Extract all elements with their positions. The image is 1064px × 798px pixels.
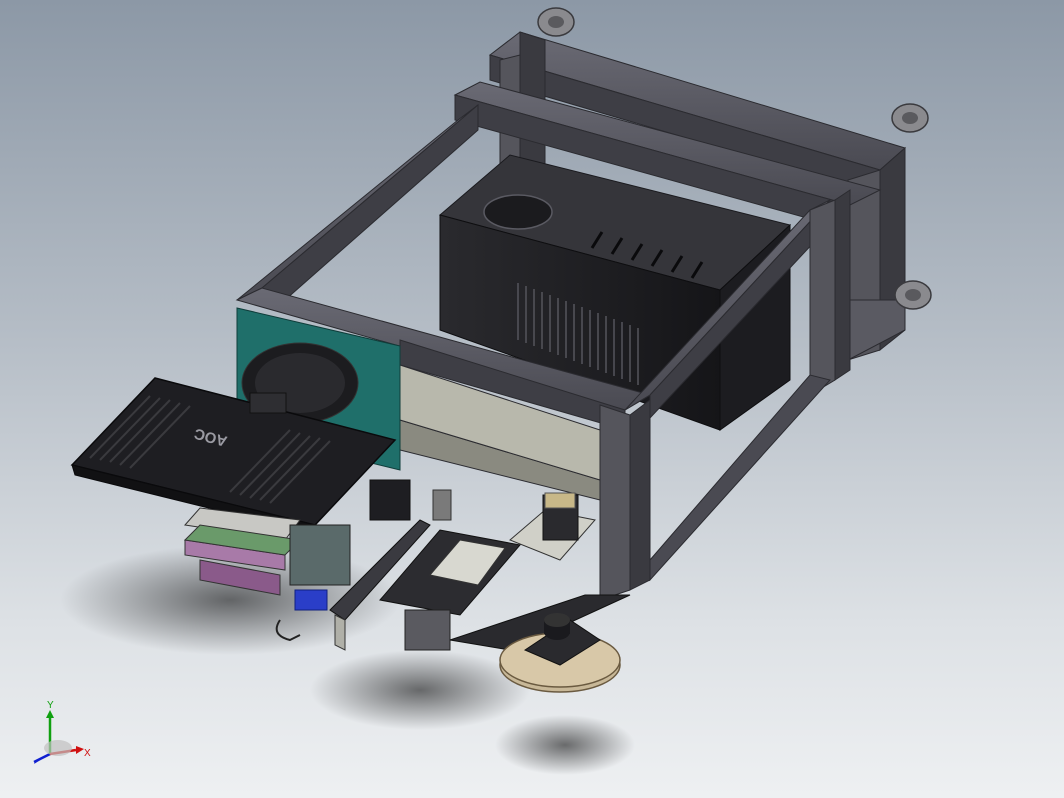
triad-z-axis [33, 752, 51, 764]
machine-assembly-model[interactable]: AOC [0, 0, 1064, 798]
triad-y-label: Y [47, 700, 54, 711]
monitor-hinge [249, 392, 287, 414]
caster-wheel-right-upper [891, 103, 929, 133]
coordinate-triad[interactable]: Y X [22, 700, 102, 772]
triad-base [44, 740, 72, 756]
fan-cutout-icon [483, 194, 553, 230]
caster-wheel-right-lower [894, 280, 932, 310]
cad-viewport[interactable]: AOC Y X [0, 0, 1064, 798]
caster-wheel-top [537, 7, 575, 37]
blue-connector [294, 589, 328, 611]
triad-x-label: X [84, 748, 91, 759]
